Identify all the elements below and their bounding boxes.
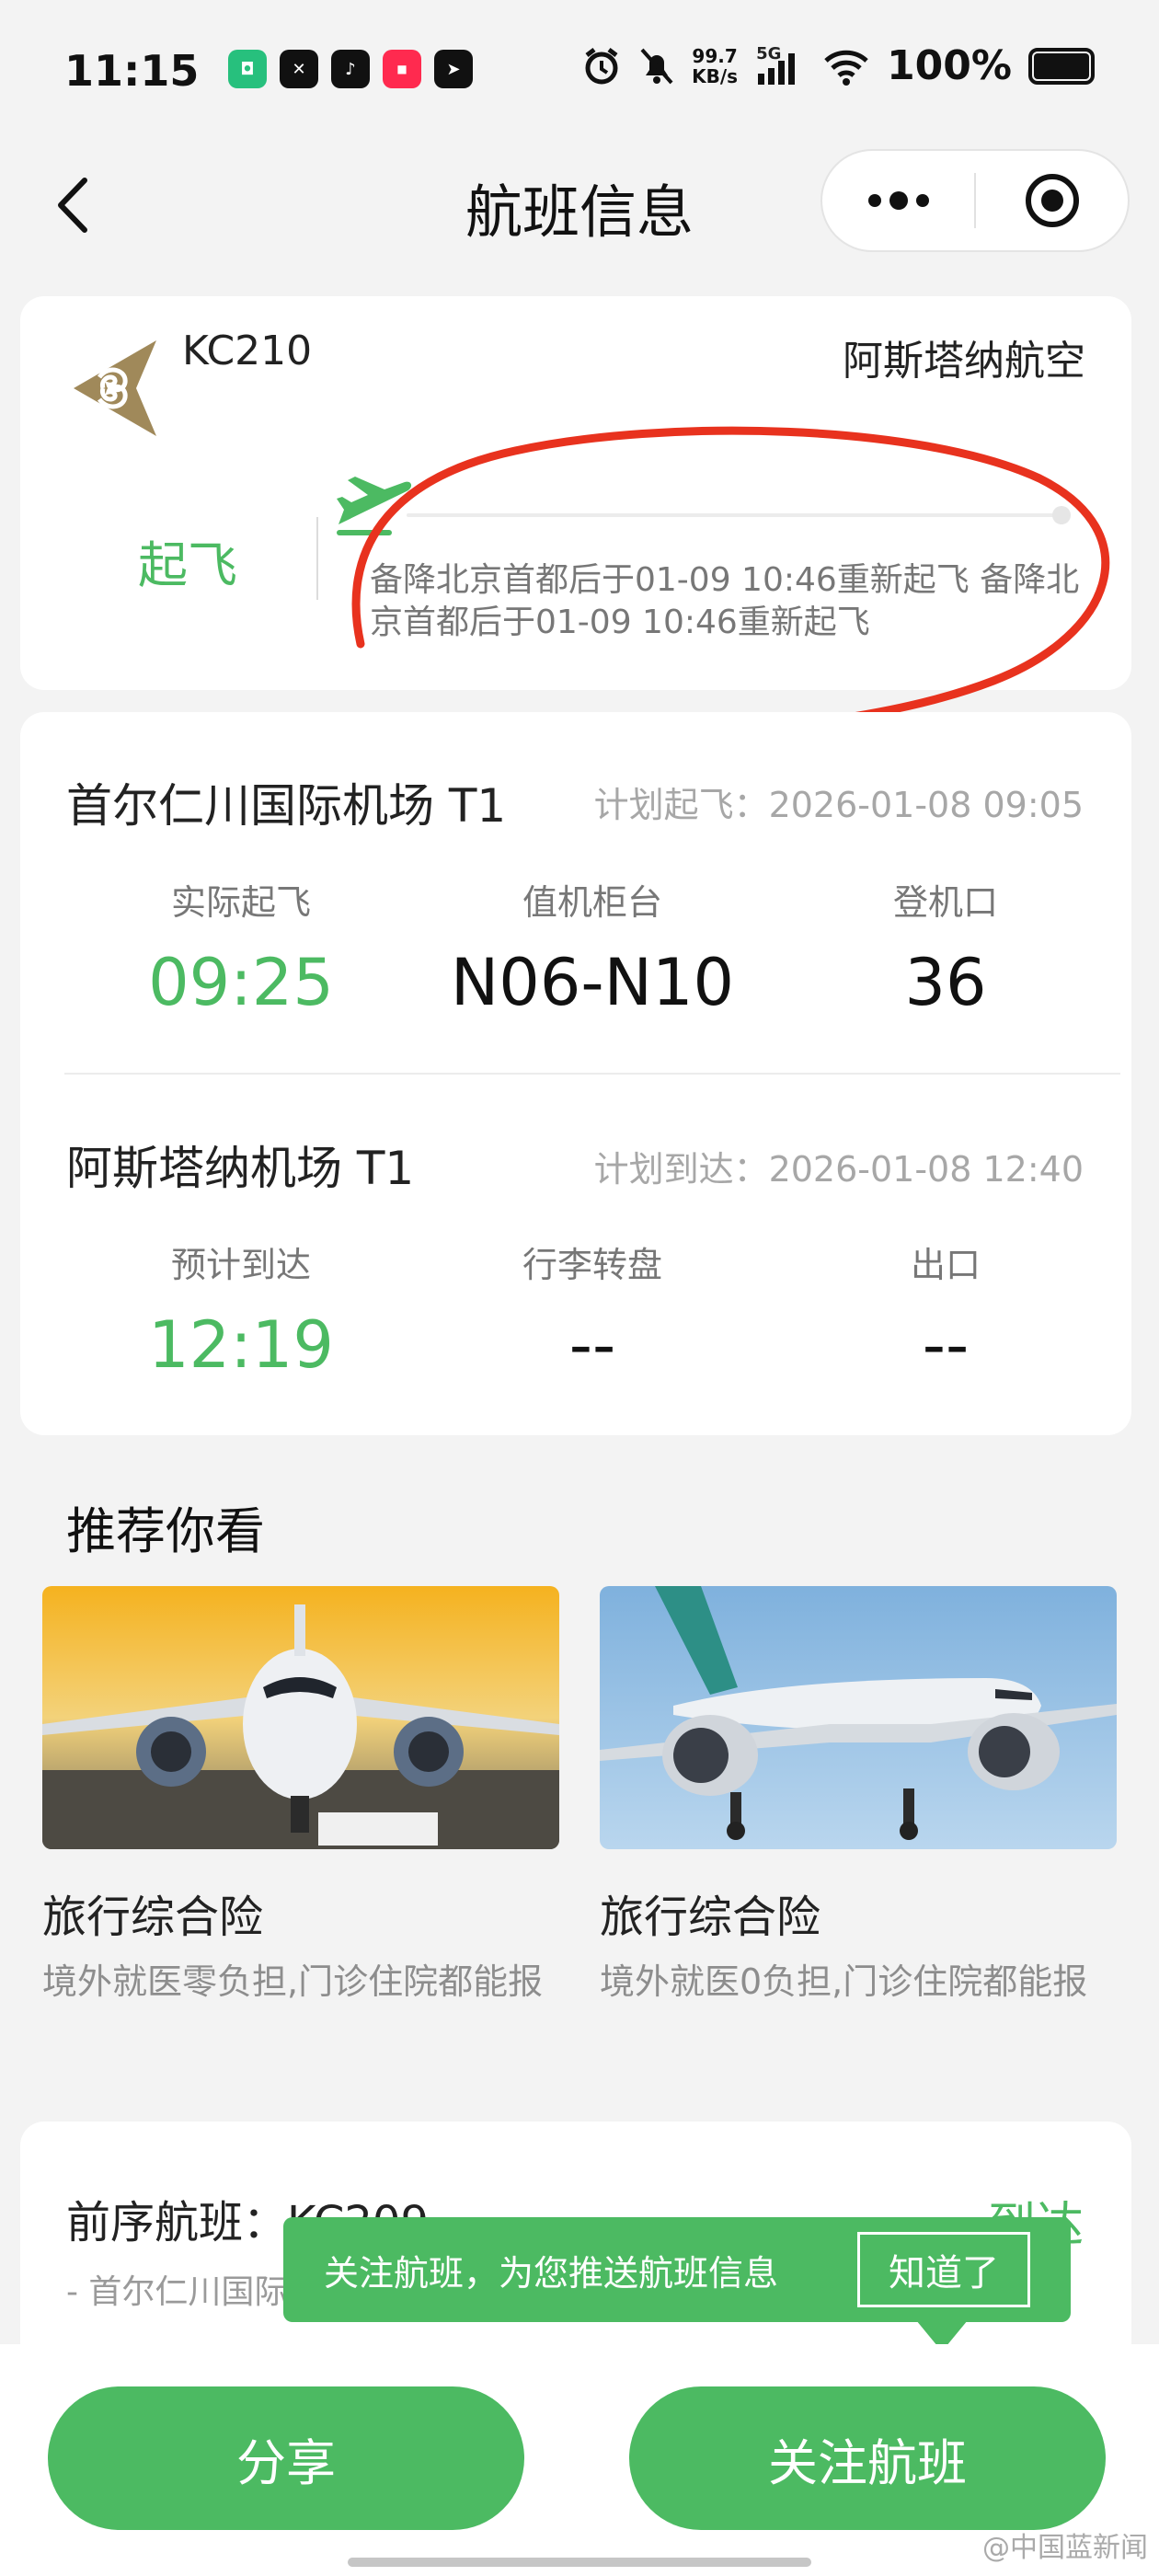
airport-divider: [64, 1073, 1120, 1075]
baggage-carousel-value: --: [568, 1307, 616, 1383]
arrival-airport: 阿斯塔纳机场 T1: [66, 1142, 415, 1195]
follow-tooltip: 关注航班，为您推送航班信息 知道了: [283, 2217, 1071, 2322]
capcut-icon: ✕: [280, 50, 318, 88]
tiktok-icon: ♪: [331, 50, 370, 88]
home-indicator[interactable]: [348, 2558, 811, 2567]
watermark: @中国蓝新闻: [982, 2532, 1148, 2564]
battery-icon: [1028, 47, 1095, 85]
actual-departure-label: 实际起飞: [170, 882, 311, 923]
recommend-item-desc: 境外就医0负担,门诊住院都能报: [600, 1961, 1088, 2002]
tooltip-dismiss-button[interactable]: 知道了: [857, 2232, 1030, 2307]
sunset-airplane-image: [42, 1586, 559, 1849]
estimated-arrival-label: 预计到达: [170, 1245, 311, 1285]
arrival-plan-time: 计划到达：2026-01-08 12:40: [593, 1149, 1084, 1190]
checkin-counter-label: 值机柜台: [522, 882, 662, 923]
baggage-carousel: 行李转盘 --: [418, 1236, 767, 1383]
arrival-exit-label: 出口: [910, 1245, 981, 1285]
mini-program-capsule: [820, 149, 1130, 252]
cell-signal-icon: 5G: [754, 44, 806, 86]
wifi-icon: [824, 50, 868, 86]
previous-flight-route: - 首尔仁川国际: [66, 2273, 288, 2311]
boarding-gate-value: 36: [904, 945, 987, 1020]
departure-plan-time: 计划起飞：2026-01-08 09:05: [593, 785, 1084, 825]
airport-info-card: 首尔仁川国际机场 T1 计划起飞：2026-01-08 09:05 实际起飞 0…: [20, 712, 1131, 1435]
landing-airplane-image: [600, 1586, 1117, 1849]
navigation-app-icon: ➤: [434, 50, 473, 88]
checkin-counter: 值机柜台 N06-N10: [418, 874, 767, 1020]
airline-logo: [74, 340, 156, 436]
recommend-item-desc: 境外就医零负担,门诊住院都能报: [42, 1961, 544, 2002]
estimated-arrival-value: 12:19: [148, 1307, 334, 1383]
flight-summary-card: KC210 阿斯塔纳航空 起飞 备降北京首都后于01-09 10:46重新起飞 …: [20, 296, 1131, 690]
status-time: 11:15: [64, 46, 200, 96]
boarding-gate-label: 登机口: [892, 882, 998, 923]
net-speed-value: 99.7: [692, 44, 738, 67]
recommend-item[interactable]: 旅行综合险 境外就医零负担,门诊住院都能报: [42, 1586, 559, 2009]
recommend-item-name: 旅行综合险: [600, 1892, 821, 1943]
status-bar: 11:15 ◘ ✕ ♪ ■ ➤ 99.7 KB/s 5G 100%: [0, 0, 1159, 138]
xiaohongshu-icon: ■: [383, 50, 421, 88]
app-notification-icon: ◘: [228, 50, 267, 88]
recommend-item-name: 旅行综合险: [42, 1892, 264, 1943]
flight-status: 起飞: [138, 536, 237, 594]
more-button[interactable]: [822, 151, 974, 250]
boarding-gate: 登机口 36: [771, 874, 1120, 1020]
arrival-exit: 出口 --: [771, 1236, 1120, 1383]
actual-departure: 实际起飞 09:25: [66, 874, 416, 1020]
tooltip-text: 关注航班，为您推送航班信息: [324, 2253, 779, 2294]
notification-icons: ◘ ✕ ♪ ■ ➤: [228, 50, 473, 88]
plane-icon: [337, 477, 412, 535]
recommend-item[interactable]: 旅行综合险 境外就医0负担,门诊住院都能报: [600, 1586, 1117, 2009]
flight-progress-track: [407, 513, 1069, 517]
estimated-arrival: 预计到达 12:19: [66, 1236, 416, 1383]
close-program-button[interactable]: [976, 151, 1128, 250]
flight-number: KC210: [182, 328, 313, 374]
status-right: 99.7 KB/s 5G 100%: [581, 42, 1095, 89]
status-divider: [316, 517, 318, 600]
alarm-icon: [585, 47, 618, 84]
departure-airport: 首尔仁川国际机场 T1: [66, 779, 507, 833]
mute-bell-icon: [640, 48, 673, 84]
nav-bar: 航班信息: [0, 138, 1159, 276]
share-button[interactable]: 分享: [48, 2386, 524, 2530]
arrival-exit-value: --: [922, 1307, 970, 1383]
net-speed-unit: KB/s: [692, 64, 739, 87]
actual-departure-value: 09:25: [148, 945, 334, 1020]
checkin-counter-value: N06-N10: [450, 945, 735, 1020]
flight-status-message: 备降北京首都后于01-09 10:46重新起飞 备降北京首都后于01-09 10…: [370, 561, 1080, 641]
recommend-title: 推荐你看: [66, 1502, 265, 1560]
battery-percent: 100%: [887, 42, 1012, 89]
target-close-icon: [1025, 174, 1079, 227]
flight-progress-end-dot: [1052, 506, 1071, 524]
baggage-carousel-label: 行李转盘: [522, 1245, 662, 1285]
airline-name: 阿斯塔纳航空: [843, 338, 1085, 385]
net-speed: 99.7 KB/s: [692, 46, 738, 86]
more-dots-icon: [867, 191, 929, 210]
follow-flight-button[interactable]: 关注航班: [629, 2386, 1106, 2530]
